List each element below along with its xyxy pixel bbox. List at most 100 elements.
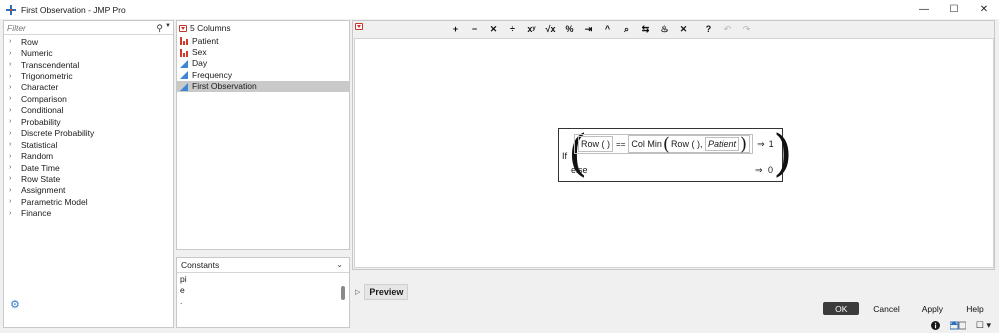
column-item[interactable]: Patient — [177, 35, 349, 46]
category-item[interactable]: › Comparison — [4, 93, 173, 104]
category-item[interactable]: › Row State — [4, 173, 173, 184]
delete-icon[interactable]: ✕ — [674, 22, 693, 36]
cancel-button[interactable]: Cancel — [865, 302, 907, 315]
power-icon[interactable]: xʸ — [522, 22, 541, 36]
category-label: Row State — [21, 173, 61, 184]
preview-row: ▷ Preview — [355, 284, 409, 300]
info-icon[interactable] — [930, 321, 940, 330]
constant-item[interactable]: . — [177, 295, 349, 306]
add-icon[interactable]: + — [446, 22, 465, 36]
home-window-icon[interactable] — [949, 321, 966, 330]
subtract-icon[interactable]: − — [465, 22, 484, 36]
condition-expression[interactable]: Row ( ) == Col Min ( Row ( ), Patient ) — [574, 134, 754, 155]
column-label: Sex — [192, 47, 207, 58]
apply-button[interactable]: Apply — [914, 302, 951, 315]
category-label: Transcendental — [21, 59, 80, 70]
constants-dropdown[interactable]: Constants ⌄ — [177, 258, 349, 273]
continuous-triangle-icon — [180, 70, 190, 80]
columns-header: 5 Columns — [177, 21, 349, 35]
chevron-right-icon: › — [9, 175, 12, 183]
category-item[interactable]: › Numeric — [4, 47, 173, 58]
ok-button[interactable]: OK — [823, 302, 860, 315]
category-item[interactable]: › Discrete Probability — [4, 128, 173, 139]
column-item[interactable]: Day — [177, 58, 349, 69]
category-item[interactable]: › Transcendental — [4, 59, 173, 70]
chevron-right-icon: › — [9, 186, 12, 194]
category-label: Random — [21, 151, 54, 162]
raise-icon[interactable]: ^ — [598, 22, 617, 36]
column-item[interactable]: Sex — [177, 46, 349, 57]
divide-icon[interactable]: ÷ — [503, 22, 522, 36]
undo-icon[interactable]: ↶ — [718, 22, 737, 36]
columns-count-label: 5 Columns — [190, 23, 231, 33]
preview-button[interactable]: Preview — [364, 284, 409, 300]
patient-argument[interactable]: Patient — [705, 137, 740, 151]
red-triangle-menu-icon[interactable] — [179, 24, 187, 32]
constant-item[interactable]: e — [177, 284, 349, 295]
multiply-icon[interactable]: ✕ — [484, 22, 503, 36]
peek-icon[interactable]: ⌕ — [617, 22, 636, 36]
close-button[interactable]: ✕ — [969, 0, 999, 19]
chevron-right-icon: › — [9, 118, 12, 126]
category-label: Assignment — [21, 185, 66, 196]
category-label: Statistical — [21, 139, 58, 150]
search-icon[interactable]: ⚲ — [156, 23, 163, 34]
category-item[interactable]: › Conditional — [4, 105, 173, 116]
flame-icon[interactable]: ♨ — [655, 22, 674, 36]
gear-icon[interactable]: ⚙ — [10, 300, 21, 311]
else-keyword: else — [571, 165, 588, 175]
col-min-function[interactable]: Col Min ( Row ( ), Patient ) — [628, 134, 751, 155]
root-icon[interactable]: √x — [541, 22, 560, 36]
chevron-down-icon[interactable]: ▼ — [165, 23, 171, 29]
category-item[interactable]: › Statistical — [4, 139, 173, 150]
percent-icon[interactable]: % — [560, 22, 579, 36]
constant-item[interactable]: pi — [177, 273, 349, 284]
category-label: Row — [21, 36, 39, 47]
column-label: Day — [192, 58, 208, 69]
category-item[interactable]: › Trigonometric — [4, 70, 173, 81]
if-condition-row: Row ( ) == Col Min ( Row ( ), Patient ) … — [574, 133, 774, 155]
row-function[interactable]: Row ( ) — [578, 136, 614, 152]
if-keyword: If — [562, 151, 568, 161]
dialog-buttons: OK Cancel Apply Help — [823, 302, 993, 315]
status-bar: ☐ ▾ — [0, 318, 999, 333]
category-item[interactable]: › Character — [4, 82, 173, 93]
category-item[interactable]: › Row — [4, 36, 173, 47]
window-list-icon[interactable]: ☐ ▾ — [976, 320, 991, 331]
constants-label: Constants — [181, 260, 220, 270]
window-title: First Observation - JMP Pro — [21, 4, 126, 15]
nominal-bar-icon — [180, 48, 190, 57]
formula-menu[interactable] — [355, 22, 366, 32]
constants-scrollbar[interactable] — [341, 286, 345, 300]
minimize-button[interactable]: — — [909, 0, 939, 19]
column-label: Patient — [192, 35, 219, 46]
title-bar: First Observation - JMP Pro — ☐ ✕ — [0, 0, 999, 19]
category-label: Probability — [21, 116, 61, 127]
category-item[interactable]: › Probability — [4, 116, 173, 127]
help-icon[interactable]: ? — [699, 22, 718, 36]
constants-list: pi e. — [177, 273, 349, 306]
category-label: Date Time — [21, 162, 60, 173]
category-label: Character — [21, 82, 59, 93]
chevron-right-icon: › — [9, 95, 12, 103]
column-item[interactable]: Frequency — [177, 69, 349, 80]
help-button[interactable]: Help — [957, 302, 993, 315]
formula-expression[interactable]: If ( Row ( ) == Col Min ( Row ( ), Patie… — [558, 127, 793, 182]
chevron-right-icon: › — [9, 209, 12, 217]
category-item[interactable]: › Random — [4, 150, 173, 161]
maximize-button[interactable]: ☐ — [939, 0, 969, 19]
category-label: Comparison — [21, 93, 67, 104]
insert-icon[interactable]: ⇥ — [579, 22, 598, 36]
category-item[interactable]: › Assignment — [4, 185, 173, 196]
redo-icon[interactable]: ↷ — [737, 22, 756, 36]
swap-icon[interactable]: ⇆ — [636, 22, 655, 36]
filter-input[interactable] — [7, 22, 147, 33]
category-item[interactable]: › Finance — [4, 208, 173, 219]
category-item[interactable]: › Date Time — [4, 162, 173, 173]
category-label: Discrete Probability — [21, 128, 95, 139]
column-label: First Observation — [192, 81, 257, 92]
disclosure-triangle-icon[interactable]: ▷ — [355, 288, 360, 296]
red-triangle-menu-icon[interactable] — [355, 23, 363, 30]
category-item[interactable]: › Parametric Model — [4, 196, 173, 207]
column-item[interactable]: First Observation — [177, 80, 349, 92]
